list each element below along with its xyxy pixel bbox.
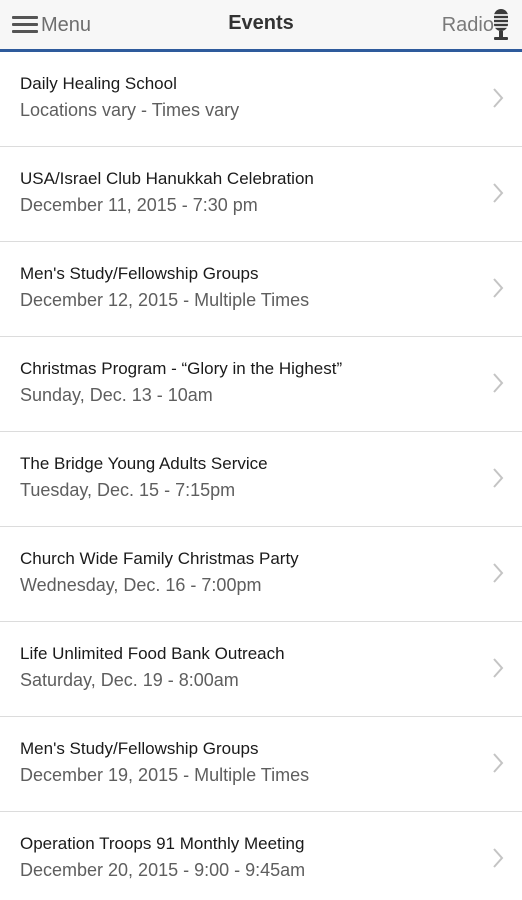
radio-label: Radio [441,13,494,36]
event-details: Sunday, Dec. 13 - 10am [20,385,213,405]
chevron-right-icon [493,183,504,203]
event-title: USA/Israel Club Hanukkah Celebration [20,169,314,188]
event-details: December 11, 2015 - 7:30 pm [20,195,258,215]
hamburger-icon [12,16,38,34]
event-details: Locations vary - Times vary [20,100,240,120]
events-screen: Menu Events Radio Daily Healing School L… [0,0,522,900]
event-title: Church Wide Family Christmas Party [20,549,299,568]
event-title: Men's Study/Fellowship Groups [20,264,259,283]
event-title: Operation Troops 91 Monthly Meeting [20,834,305,853]
event-title: Life Unlimited Food Bank Outreach [20,644,285,663]
event-row[interactable]: USA/Israel Club Hanukkah Celebration Dec… [0,147,522,242]
event-row[interactable]: The Bridge Young Adults Service Tuesday,… [0,432,522,527]
event-row[interactable]: Men's Study/Fellowship Groups December 1… [0,242,522,337]
event-row[interactable]: Life Unlimited Food Bank Outreach Saturd… [0,622,522,717]
event-details: Tuesday, Dec. 15 - 7:15pm [20,480,236,500]
chevron-right-icon [493,848,504,868]
event-details: Saturday, Dec. 19 - 8:00am [20,670,239,690]
menu-label: Menu [41,13,92,36]
event-title: Daily Healing School [20,74,177,93]
event-row[interactable]: Daily Healing School Locations vary - Ti… [0,52,522,147]
menu-button[interactable]: Menu [12,12,91,38]
event-details: December 20, 2015 - 9:00 - 9:45am [20,860,306,880]
event-row[interactable]: Operation Troops 91 Monthly Meeting Dece… [0,812,522,900]
chevron-right-icon [493,88,504,108]
event-row[interactable]: Christmas Program - “Glory in the Highes… [0,337,522,432]
microphone-icon [494,9,508,40]
event-details: December 12, 2015 - Multiple Times [20,290,310,310]
chevron-right-icon [493,563,504,583]
event-row[interactable]: Church Wide Family Christmas Party Wedne… [0,527,522,622]
chevron-right-icon [493,753,504,773]
event-title: Men's Study/Fellowship Groups [20,739,259,758]
chevron-right-icon [493,658,504,678]
event-title: Christmas Program - “Glory in the Highes… [20,359,343,378]
event-row[interactable]: Men's Study/Fellowship Groups December 1… [0,717,522,812]
radio-button[interactable]: Radio [442,8,514,42]
navigation-bar: Menu Events Radio [0,0,522,52]
event-title: The Bridge Young Adults Service [20,454,268,473]
event-details: December 19, 2015 - Multiple Times [20,765,310,785]
chevron-right-icon [493,278,504,298]
chevron-right-icon [493,373,504,393]
event-details: Wednesday, Dec. 16 - 7:00pm [20,575,262,595]
events-list: Daily Healing School Locations vary - Ti… [0,52,522,900]
chevron-right-icon [493,468,504,488]
